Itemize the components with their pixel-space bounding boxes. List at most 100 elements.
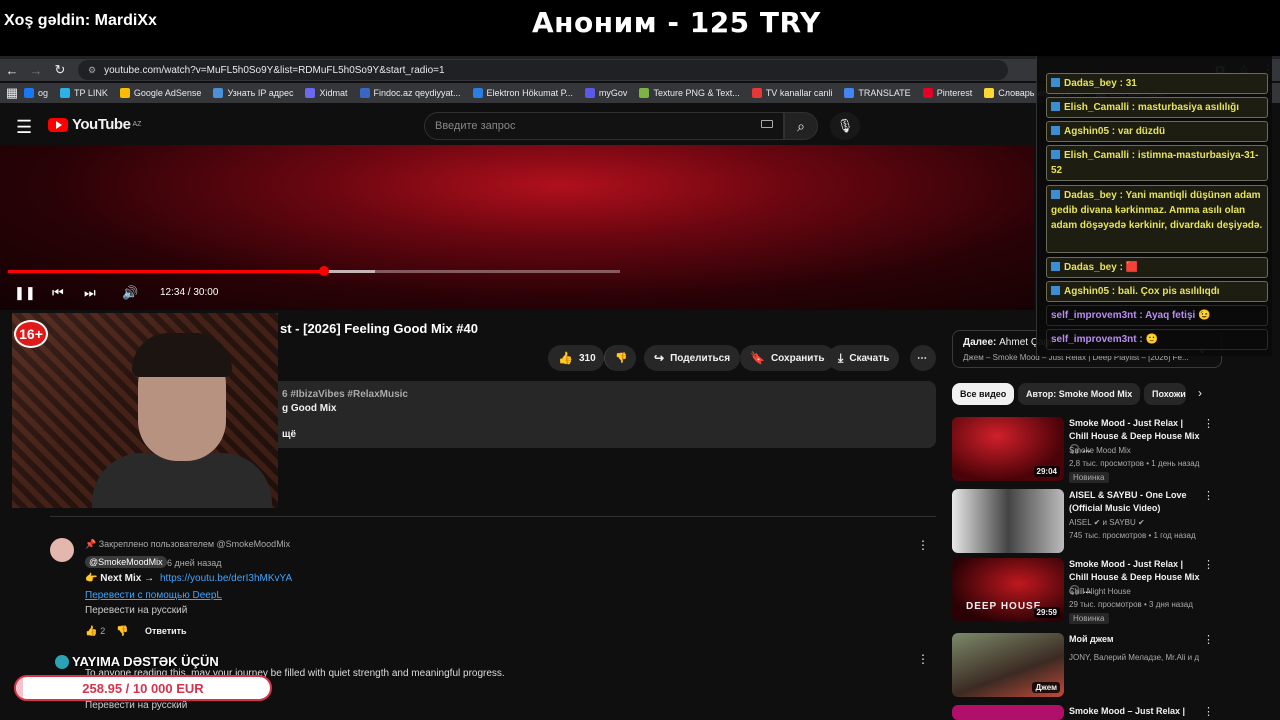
back-icon[interactable]: ← [0,63,24,78]
bookmark-item[interactable]: Texture PNG & Text... [639,88,740,98]
comment-like-button[interactable]: 👍 2 [85,626,105,637]
bookmark-item[interactable]: Elektron Hökumat P... [472,88,573,98]
keyboard-icon[interactable] [761,120,773,128]
bookmark-item[interactable]: Pinterest [922,88,972,98]
volume-icon[interactable]: 🔊 [122,285,138,301]
video-thumbnail[interactable] [952,489,1064,553]
platform-icon [1051,102,1060,111]
progress-played [8,270,324,273]
forward-icon[interactable]: → [24,63,48,78]
progress-scrubber[interactable] [318,266,329,276]
bookmark-favicon-icon [844,88,855,98]
bookmark-item[interactable]: TRANSLATE [844,88,911,98]
channel-name[interactable]: Smoke Mood Mix [1069,446,1131,455]
youtube-play-icon [48,117,68,132]
search-placeholder: Введите запрос [435,120,516,132]
dislike-button[interactable]: 👎 [604,345,636,371]
reload-icon[interactable]: ↻ [48,62,72,78]
bookmark-favicon-icon [24,88,34,98]
previous-icon[interactable]: ⏮ [52,285,64,301]
search-input[interactable]: Введите запрос [424,112,784,140]
next-mix-label: 👉 Next Mix → [85,573,155,584]
recommended-mix[interactable]: Джем Мой джем JONY, Валерий Меладзе, Mr.… [952,633,1218,697]
comment-dislike-button[interactable]: 👎 [116,626,128,637]
reply-button[interactable]: Ответить [145,626,187,636]
support-label: YAYIMA DƏSTƏK ÜÇÜN [72,654,219,669]
chat-message: Dadas_bey : Yani mantiqli düşünən adam g… [1046,185,1268,253]
bookmark-item[interactable]: Xidmat [305,88,348,98]
video-thumbnail[interactable] [952,705,1064,720]
recommended-video-2[interactable]: AISEL & SAYBU - One Love (Official Music… [952,489,1218,553]
video-menu-icon[interactable]: ⋮ [1203,417,1214,430]
like-button[interactable]: 👍 310 [548,345,604,371]
save-button[interactable]: 🔖 Сохранить [740,345,835,371]
recommended-video-5[interactable]: Smoke Mood – Just Relax | ⋮ [952,705,1218,720]
bookmark-label: Elektron Hökumat P... [486,88,573,98]
description-box[interactable]: 6 #IbizaVibes #RelaxMusic g Good Mix щё [268,381,936,448]
chat-message-text: Dadas_bey : Yani mantiqli düşünən adam g… [1051,190,1263,231]
voice-search-button[interactable]: 🎙 [830,112,860,140]
bookmark-item[interactable]: TV kanallar canli [751,88,833,98]
translate-russian-link[interactable]: Перевести на русский [85,605,187,616]
bookmark-item[interactable]: Google AdSense [119,88,201,98]
bookmark-item[interactable]: myGov [584,88,628,98]
translate-deepl-link[interactable]: Перевести с помощью DeepL [85,590,222,601]
download-button[interactable]: ⤓ Скачать [828,345,900,371]
thumbnail-text: DEEP HOUSE [966,601,1042,612]
video-thumbnail[interactable]: 29:04 [952,417,1064,481]
bookmark-favicon-icon [639,88,650,98]
platform-icon [1051,150,1060,159]
bookmark-label: Узнать IP адрес [227,88,294,98]
bookmark-item[interactable]: og [24,88,48,98]
chip-author[interactable]: Автор: Smoke Mood Mix [1018,383,1141,405]
next-icon[interactable]: ⏭ [84,285,96,301]
bookmark-favicon-icon [119,88,130,98]
video-menu-icon[interactable]: ⋮ [1203,705,1214,718]
video-menu-icon[interactable]: ⋮ [1203,633,1214,646]
comment-menu-icon-2[interactable]: ⋮ [917,652,929,666]
video-thumbnail[interactable]: DEEP HOUSE 29:59 [952,558,1064,622]
bookmark-label: myGov [598,88,628,98]
next-mix-link[interactable]: https://youtu.be/derI3hMKvYA [160,573,292,584]
recommended-video-1[interactable]: 29:04 Smoke Mood - Just Relax | Chill Ho… [952,417,1218,483]
video-title[interactable]: AISEL & SAYBU - One Love (Official Music… [1069,489,1205,515]
avatar[interactable] [50,538,74,562]
pause-icon[interactable]: ❚❚ [14,285,36,301]
url-input[interactable]: ⚙ youtube.com/watch?v=MuFL5h0So9Y&list=R… [78,60,1008,80]
comment-menu-icon[interactable]: ⋮ [917,538,929,552]
site-info-icon[interactable]: ⚙ [88,65,96,76]
video-menu-icon[interactable]: ⋮ [1203,489,1214,502]
apps-grid-icon[interactable]: ▦ [0,85,24,101]
translate-russian-link-2[interactable]: Перевести на русский [85,700,187,711]
video-thumbnail[interactable]: Джем [952,633,1064,697]
video-menu-icon[interactable]: ⋮ [1203,558,1214,571]
video-title[interactable]: Smoke Mood – Just Relax | [1069,705,1205,718]
search-button[interactable]: ⌕ [784,112,818,140]
chat-message-text: self_improvem3nt : 🙂 [1051,334,1158,345]
bookmark-item[interactable]: TP LINK [60,88,108,98]
video-meta: 745 тыс. просмотров • 1 год назад [1069,531,1196,540]
video-player[interactable]: ❚❚ ⏮ ⏭ 🔊 12:34 / 30:00 [0,145,1034,310]
recommended-video-3[interactable]: DEEP HOUSE 29:59 Smoke Mood - Just Relax… [952,558,1218,624]
share-label: Поделиться [670,352,731,364]
bookmark-label: TV kanallar canli [765,88,833,98]
bookmark-item[interactable]: Узнать IP адрес [213,88,293,98]
bookmark-favicon-icon [584,88,595,98]
bookmark-label: og [38,88,49,98]
comment-time[interactable]: 6 дней назад [167,558,222,568]
more-actions-button[interactable]: ⋯ [910,345,936,371]
chip-similar[interactable]: Похожие [1144,383,1186,405]
support-goal-bar: 258.95 / 10 000 EUR [14,675,272,701]
bookmark-item[interactable]: Findoc.az qeydiyyat... [359,88,461,98]
chip-all-videos[interactable]: Все видео [952,383,1015,405]
video-title[interactable]: Мой джем [1069,633,1205,646]
channel-name[interactable]: Chill Night House [1069,587,1131,596]
chevron-right-icon[interactable]: › [1198,386,1202,400]
channel-name[interactable]: AISEL ✔ и SAYBU ✔ [1069,518,1145,527]
youtube-logo[interactable]: YouTube AZ [48,116,141,133]
share-button[interactable]: ↪ Поделиться [644,345,741,371]
hamburger-menu-icon[interactable]: ☰ [16,117,32,138]
comment-author[interactable]: @SmokeMoodMix [85,556,167,568]
description-more[interactable]: щё [282,429,296,440]
progress-bar[interactable] [8,266,620,276]
